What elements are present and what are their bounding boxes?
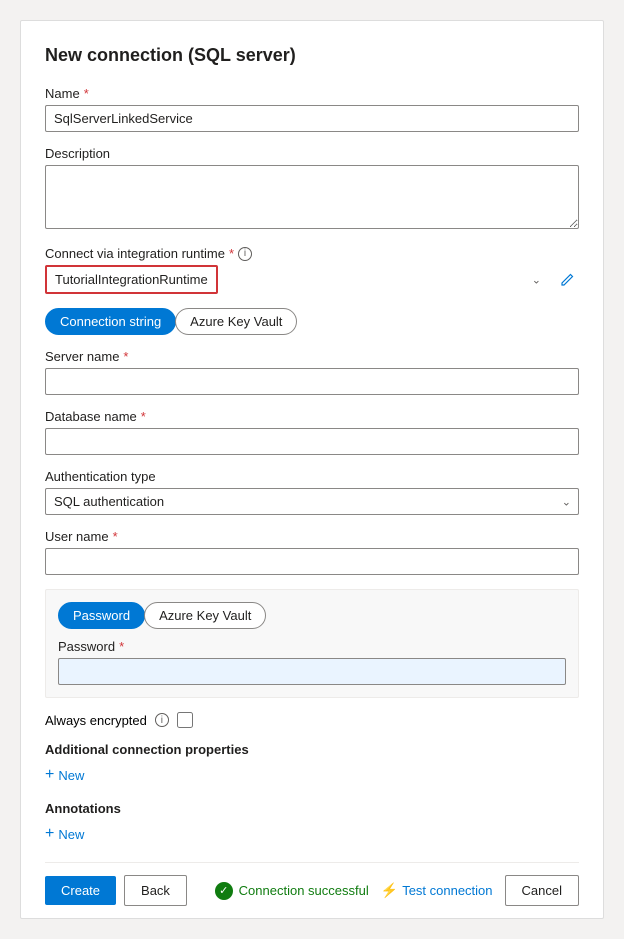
description-label: Description [45, 146, 579, 161]
name-label: Name * [45, 86, 579, 101]
password-tab[interactable]: Password [58, 602, 145, 629]
always-encrypted-label: Always encrypted [45, 713, 147, 728]
user-name-field-group: User name * [45, 529, 579, 575]
auth-type-label: Authentication type [45, 469, 579, 484]
always-encrypted-checkbox[interactable] [177, 712, 193, 728]
additional-connection-add-button[interactable]: + New [45, 763, 84, 787]
name-input[interactable] [45, 105, 579, 132]
auth-type-field-group: Authentication type SQL authentication ⌄ [45, 469, 579, 515]
description-input[interactable] [45, 165, 579, 229]
annotations-label: Annotations [45, 801, 579, 816]
connection-success-message: ✓ Connection successful [215, 882, 369, 900]
database-name-label: Database name * [45, 409, 579, 424]
server-name-required-star: * [123, 349, 128, 364]
azure-key-vault-tab[interactable]: Azure Key Vault [175, 308, 297, 335]
user-name-label: User name * [45, 529, 579, 544]
additional-connection-label: Additional connection properties [45, 742, 579, 757]
server-name-label: Server name * [45, 349, 579, 364]
password-field-group: Password * [58, 639, 566, 685]
runtime-row: TutorialIntegrationRuntime ⌄ [45, 265, 579, 294]
server-name-input[interactable] [45, 368, 579, 395]
runtime-required-star: * [229, 246, 234, 261]
bottom-right: ✓ Connection successful ⚡ Test connectio… [215, 875, 579, 906]
bottom-bar: Create Back ✓ Connection successful ⚡ Te… [45, 862, 579, 918]
panel-title: New connection (SQL server) [45, 45, 579, 66]
user-name-input[interactable] [45, 548, 579, 575]
back-button[interactable]: Back [124, 875, 187, 906]
name-required-star: * [84, 86, 89, 101]
runtime-select-wrapper: TutorialIntegrationRuntime ⌄ [45, 265, 549, 294]
password-input[interactable] [58, 658, 566, 685]
success-icon: ✓ [215, 882, 233, 900]
name-field-group: Name * [45, 86, 579, 132]
annotations-add-button[interactable]: + New [45, 822, 84, 846]
new-connection-panel: New connection (SQL server) Name * Descr… [20, 20, 604, 919]
password-label: Password * [58, 639, 566, 654]
bottom-left: Create Back [45, 875, 187, 906]
database-name-field-group: Database name * [45, 409, 579, 455]
annotations-plus-icon: + [45, 826, 54, 842]
connection-type-tab-group: Connection string Azure Key Vault [45, 308, 579, 335]
password-required-star: * [119, 639, 124, 654]
auth-type-select-wrapper: SQL authentication ⌄ [45, 488, 579, 515]
cancel-button[interactable]: Cancel [505, 875, 579, 906]
runtime-select[interactable]: TutorialIntegrationRuntime [45, 265, 218, 294]
runtime-info-icon[interactable]: i [238, 247, 252, 261]
annotations-group: Annotations + New [45, 801, 579, 846]
test-connection-button[interactable]: ⚡ Test connection [381, 882, 493, 899]
password-section: Password Azure Key Vault Password * [45, 589, 579, 698]
lightning-icon: ⚡ [381, 882, 398, 899]
always-encrypted-info-icon[interactable]: i [155, 713, 169, 727]
password-tab-group: Password Azure Key Vault [58, 602, 566, 629]
auth-type-select[interactable]: SQL authentication [45, 488, 579, 515]
description-field-group: Description [45, 146, 579, 232]
create-button[interactable]: Create [45, 876, 116, 905]
always-encrypted-row: Always encrypted i [45, 712, 579, 728]
database-name-input[interactable] [45, 428, 579, 455]
password-azure-key-vault-tab[interactable]: Azure Key Vault [144, 602, 266, 629]
server-name-field-group: Server name * [45, 349, 579, 395]
additional-connection-plus-icon: + [45, 767, 54, 783]
runtime-label: Connect via integration runtime * i [45, 246, 579, 261]
runtime-field-group: Connect via integration runtime * i Tuto… [45, 246, 579, 294]
user-name-required-star: * [113, 529, 118, 544]
connection-string-tab[interactable]: Connection string [45, 308, 176, 335]
database-name-required-star: * [141, 409, 146, 424]
runtime-chevron-icon: ⌄ [532, 273, 541, 286]
additional-connection-group: Additional connection properties + New [45, 742, 579, 787]
runtime-edit-button[interactable] [555, 268, 579, 292]
